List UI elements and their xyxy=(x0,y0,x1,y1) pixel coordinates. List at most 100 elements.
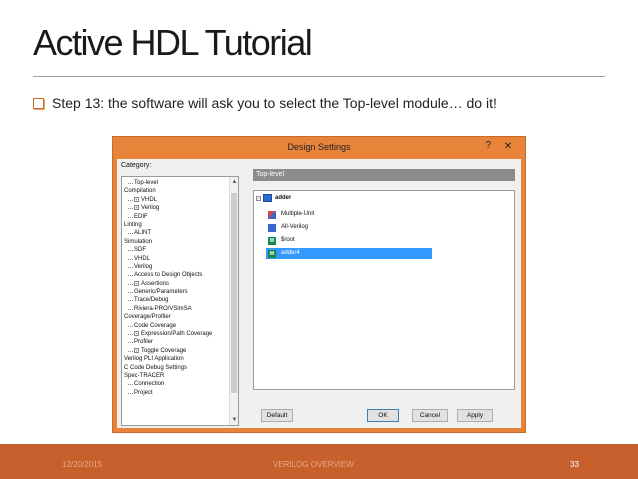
module-icon: M xyxy=(268,249,276,258)
library-icon xyxy=(263,194,272,202)
category-item[interactable]: EDIF xyxy=(124,213,238,221)
category-item-label: Verilog xyxy=(134,263,153,270)
dialog-titlebar[interactable]: Design Settings ? ✕ xyxy=(113,137,525,159)
category-item-label: Connection xyxy=(134,381,165,388)
top-level-item-label: Multiple-Unit xyxy=(281,211,315,217)
slide-title: Active HDL Tutorial xyxy=(33,22,313,63)
category-item[interactable]: Coverage/Profiler xyxy=(124,313,238,321)
top-level-item[interactable]: All-Verilog xyxy=(266,222,432,233)
category-item[interactable]: Code Coverage xyxy=(124,322,238,330)
category-item[interactable]: SDF xyxy=(124,246,238,254)
top-level-tree[interactable]: − adder Multiple-Unit All-Verilog M $root Ma… xyxy=(253,190,515,390)
collapse-icon[interactable]: − xyxy=(256,195,261,201)
expand-icon[interactable]: + xyxy=(134,330,139,336)
category-item-label: Project xyxy=(134,389,153,396)
footer-date: 12/20/2015 xyxy=(62,460,103,469)
dialog-client-area: Category: Top-level Compilation + VHDL + Veri… xyxy=(117,159,521,428)
expand-icon[interactable]: + xyxy=(134,205,139,211)
category-item[interactable]: Verilog xyxy=(124,263,238,271)
category-item-label: Access to Design Objects xyxy=(134,272,203,279)
top-level-item[interactable]: Multiple-Unit xyxy=(266,209,432,220)
category-item-label: Top-level xyxy=(134,180,159,186)
category-item[interactable]: VHDL xyxy=(124,255,238,263)
module-icon: M xyxy=(268,236,276,245)
category-item[interactable]: Linting xyxy=(124,221,238,229)
checkbox-bullet-icon xyxy=(33,97,44,109)
category-item[interactable]: Compilation xyxy=(124,187,238,195)
expand-icon[interactable]: + xyxy=(134,280,139,286)
category-item-label: Verilog xyxy=(141,205,160,212)
footer-title: VERILOG OVERVIEW xyxy=(273,460,354,469)
category-item[interactable]: + VHDL xyxy=(124,196,238,204)
category-item-label: Assertions xyxy=(141,280,170,287)
category-item-label: ALINT xyxy=(134,230,152,237)
scroll-thumb[interactable] xyxy=(231,193,237,393)
category-item[interactable]: Access to Design Objects xyxy=(124,271,238,279)
scroll-up-icon[interactable]: ▲ xyxy=(230,179,238,185)
all-verilog-icon xyxy=(268,223,276,232)
category-item[interactable]: Profiler xyxy=(124,338,238,346)
design-settings-dialog: Design Settings ? ✕ Category: Top-level C… xyxy=(112,136,526,433)
bullet-step: Step 13: the software will ask you to se… xyxy=(33,95,497,111)
tree-root-label: adder xyxy=(275,195,292,201)
category-item[interactable]: + Assertions xyxy=(124,280,238,288)
category-item[interactable]: ALINT xyxy=(124,229,238,237)
category-item-label: Spec-TRACER xyxy=(124,372,165,379)
apply-button[interactable]: Apply xyxy=(457,409,493,422)
category-item-label: Verilog PLI Application xyxy=(124,356,184,363)
tree-root-adder[interactable]: − adder xyxy=(256,194,291,202)
category-tree[interactable]: Top-level Compilation + VHDL + Verilog EDIF Lin… xyxy=(121,176,239,426)
default-button[interactable]: Default xyxy=(261,409,293,422)
top-level-item[interactable]: M $root xyxy=(266,235,432,246)
category-item[interactable]: Riviera-PRO/VSimSA xyxy=(124,305,238,313)
top-level-header: Top-level xyxy=(253,169,515,181)
category-item[interactable]: Verilog PLI Application xyxy=(124,355,238,363)
category-item-label: VHDL xyxy=(134,255,151,262)
category-item-label: Toggle Coverage xyxy=(141,347,187,354)
category-item-label: Expression/Path Coverage xyxy=(141,331,213,338)
multi-unit-icon xyxy=(268,210,276,219)
title-divider xyxy=(33,76,605,77)
cancel-button[interactable]: Cancel xyxy=(412,409,448,422)
category-item[interactable]: + Verilog xyxy=(124,204,238,212)
category-item[interactable]: C Code Debug Settings xyxy=(124,364,238,372)
category-item-label: SDF xyxy=(134,247,146,254)
category-item[interactable]: Project xyxy=(124,389,238,397)
category-label: Category: xyxy=(121,162,152,169)
category-scrollbar[interactable]: ▲ ▼ xyxy=(229,177,238,425)
category-item[interactable]: Generic/Parameters xyxy=(124,288,238,296)
close-icon[interactable]: ✕ xyxy=(497,139,519,154)
category-item[interactable]: Connection xyxy=(124,380,238,388)
category-item-label: Code Coverage xyxy=(134,322,177,329)
category-item-label: VHDL xyxy=(141,196,158,203)
category-item[interactable]: Top-level xyxy=(124,179,238,187)
category-item-label: Simulation xyxy=(124,238,153,245)
category-item[interactable]: + Expression/Path Coverage xyxy=(124,330,238,338)
category-item-label: EDIF xyxy=(134,213,148,220)
category-item-label: Riviera-PRO/VSimSA xyxy=(134,305,192,312)
top-level-item[interactable]: Madder4 xyxy=(266,248,432,259)
page-number: 33 xyxy=(570,460,579,469)
expand-icon[interactable]: + xyxy=(134,347,139,353)
scroll-down-icon[interactable]: ▼ xyxy=(230,417,238,423)
category-item-label: Profiler xyxy=(134,339,154,346)
dialog-title: Design Settings xyxy=(287,142,351,152)
category-item-label: C Code Debug Settings xyxy=(124,364,188,371)
category-item[interactable]: Spec-TRACER xyxy=(124,372,238,380)
category-item[interactable]: Simulation xyxy=(124,238,238,246)
expand-icon[interactable]: + xyxy=(134,196,139,202)
category-item-label: Trace/Debug xyxy=(134,297,169,304)
ok-button[interactable]: OK xyxy=(367,409,399,422)
category-item[interactable]: + Toggle Coverage xyxy=(124,347,238,355)
footer-bar: 12/20/2015 VERILOG OVERVIEW 33 xyxy=(0,444,638,479)
top-level-item-label: All-Verilog xyxy=(281,224,309,230)
category-item-label: Generic/Parameters xyxy=(134,289,188,296)
top-level-item-label: adder4 xyxy=(281,250,300,256)
category-item[interactable]: Trace/Debug xyxy=(124,296,238,304)
category-list: Top-level Compilation + VHDL + Verilog EDIF Lin… xyxy=(122,177,238,397)
bullet-text: Step 13: the software will ask you to se… xyxy=(52,95,497,111)
category-item-label: Compilation xyxy=(124,188,156,195)
category-item-label: Linting xyxy=(124,221,142,228)
help-icon[interactable]: ? xyxy=(485,140,491,151)
top-level-item-label: $root xyxy=(281,237,295,243)
